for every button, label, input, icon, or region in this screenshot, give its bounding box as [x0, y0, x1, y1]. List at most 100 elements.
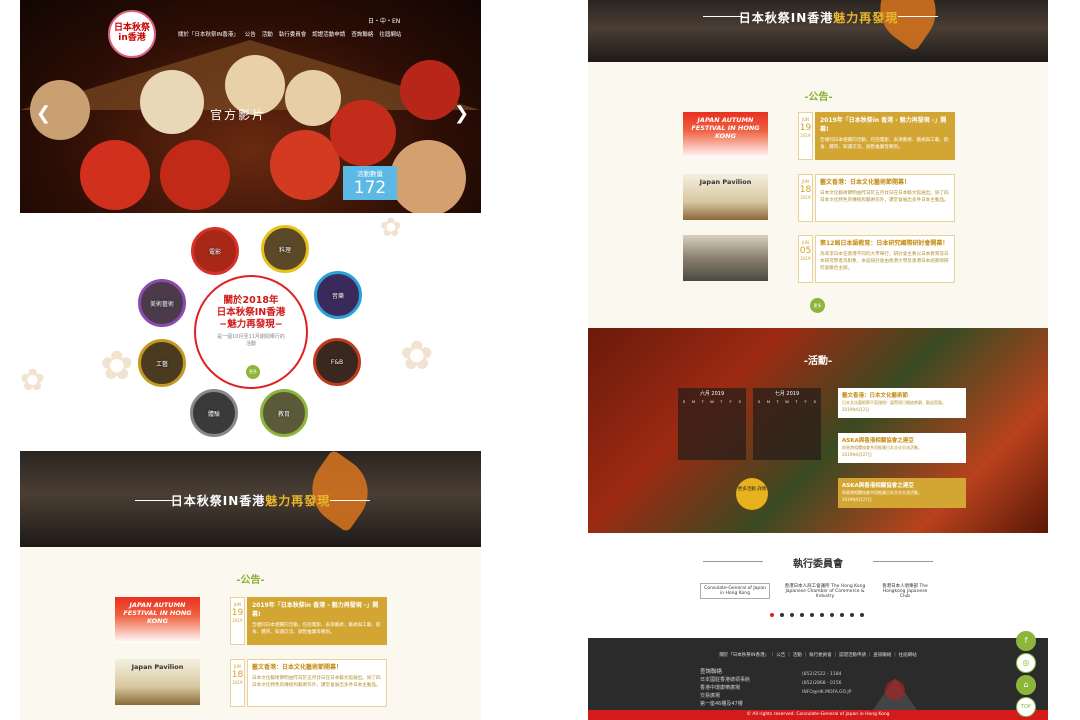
- announcement-image: Japan Pavilion: [683, 174, 768, 220]
- facebook-icon[interactable]: f: [1016, 631, 1036, 651]
- event-card[interactable]: ASKA與香港相關協會之連亞 與香港相關協會共同推廣日本文化交流活動。 2019…: [838, 478, 966, 508]
- prev-slide-arrow[interactable]: ❮: [36, 103, 51, 124]
- contact-title: 查詢聯絡: [700, 669, 723, 675]
- counter-label: 活動數量: [357, 170, 383, 178]
- bubble-label: 音樂: [331, 292, 344, 300]
- banner-title: 日本秋祭IN香港魅力再發現: [20, 492, 481, 509]
- announcement-date: JUN 19 2019: [798, 112, 813, 160]
- nav-item-about[interactable]: 關於「日本秋祭IN香港」: [178, 30, 239, 38]
- announcement-text: 日本文化藝術節明由昨日於五月廿日在日本藝文館展出。除了四日本文化特色的傳統和藝術…: [252, 676, 381, 688]
- event-card[interactable]: 藝文香港：日本文化藝術節 日本文化藝術節不容錯過！展覽現已開放參觀，歡迎蒞臨。 …: [838, 388, 966, 418]
- category-food-bubble[interactable]: 料理: [261, 225, 309, 273]
- carousel-dot[interactable]: [800, 613, 804, 617]
- language-switcher[interactable]: 日・中・EN: [368, 16, 400, 25]
- sponsor-logo-chamber[interactable]: 香港日本人商工會議所 The Hong Kong Japanese Chambe…: [780, 583, 870, 599]
- announcement-item[interactable]: JUN 05 2019 第12屆日本語教育：日本研究國際研討會開幕！ 為尋求日本在香港…: [683, 235, 955, 290]
- announcement-text: 告捷同日本相關的活動，包括電影、表演藝術、藝術與工藝、飲食、體育、知識交流、銷售…: [820, 138, 949, 150]
- back-to-top-button[interactable]: TOP: [1016, 697, 1036, 717]
- category-crafts-bubble[interactable]: 工藝: [138, 339, 186, 387]
- announcement-body: 2019年「日本秋祭in 香港 - 魅力再發現 -」開幕! 告捷同日本相關的活動，…: [815, 112, 955, 160]
- announcement-item[interactable]: JAPAN AUTUMN FESTIVAL IN HONG KONG JUN 19…: [115, 597, 387, 652]
- next-slide-arrow[interactable]: ❯: [454, 103, 469, 124]
- announcement-text: 告捷同日本相關的活動，包括電影、表演藝術、藝術與工藝、飲食、體育、知識交流、銷售…: [252, 623, 381, 635]
- event-card[interactable]: ASKA與香港相關協會之連亞 與香港相關協會共同推廣日本文化交流活動。 2019…: [838, 433, 966, 463]
- date-day: 05: [799, 246, 812, 256]
- calendar-july[interactable]: 七月 2019 SMTWTFS: [753, 388, 821, 460]
- event-text: 與香港相關協會共同推廣日本文化交流活動。: [842, 490, 922, 495]
- calendar-june[interactable]: 六月 2019 SMTWTFS: [678, 388, 746, 460]
- event-text: 與香港相關協會共同推廣日本文化交流活動。: [842, 445, 922, 450]
- carousel-dot[interactable]: [810, 613, 814, 617]
- date-day: 18: [231, 670, 244, 680]
- nav-item-committee[interactable]: 執行委員會: [279, 30, 307, 38]
- footer-contact: 查詢聯絡 日本國駐香港總領事館 香港中環康樂廣場 交易廣場 第一座46樓及47樓: [700, 668, 750, 708]
- banner-title-highlight: 魅力再發現: [265, 494, 331, 508]
- announcement-item[interactable]: Japan Pavilion JUN 18 2019 藝文香港：日本文化藝術節開幕！…: [683, 174, 955, 229]
- nav-item-archive[interactable]: 往屆網站: [379, 30, 401, 38]
- committee-title: 執行委員會: [793, 559, 843, 570]
- weekday-label: S: [757, 399, 761, 404]
- announcement-body: 第12屆日本語教育：日本研究國際研討會開幕！ 為尋求日本在香港不同的大學舉行，研討…: [815, 235, 955, 283]
- contact-tel: (852)2522 - 1184: [802, 672, 842, 677]
- image-caption: Japan Pavilion: [699, 178, 752, 186]
- hero-slider: 日本秋祭in香港 日・中・EN 關於「日本秋祭IN香港」 公告 活動 執行委員會…: [20, 0, 481, 213]
- announcement-item[interactable]: Japan Pavilion JUN 18 2019 藝文香港：日本文化藝術節開幕！…: [115, 659, 387, 714]
- events-more-button[interactable]: 更多活動 詳情: [736, 478, 768, 510]
- event-date: 2019年6月27日: [842, 497, 872, 502]
- nav-item-contact[interactable]: 查詢聯絡: [351, 30, 373, 38]
- carousel-dot[interactable]: [840, 613, 844, 617]
- carousel-dot[interactable]: [830, 613, 834, 617]
- announcements-more-button[interactable]: 更多: [810, 298, 825, 313]
- calendar-title: 七月 2019: [774, 391, 800, 397]
- nav-item-announcements[interactable]: 公告: [245, 30, 256, 38]
- carousel-dot[interactable]: [820, 613, 824, 617]
- carousel-dot[interactable]: [790, 613, 794, 617]
- weekday-label: S: [682, 399, 686, 404]
- category-music-bubble[interactable]: 音樂: [314, 271, 362, 319]
- sponsor-logo-consulate[interactable]: Consulate-General of Japan in Hong Kong: [700, 583, 770, 599]
- festival-banner: 日本秋祭IN香港魅力再發現: [20, 451, 481, 547]
- festival-banner: 日本秋祭IN香港魅力再發現: [588, 0, 1048, 62]
- carousel-dot[interactable]: [860, 613, 864, 617]
- footer-nav[interactable]: 關於「日本秋祭IN香港」 ｜ 公告 ｜ 活動 ｜ 執行委員會 ｜ 認證活動申請 …: [588, 652, 1048, 658]
- sponsor-logo-club[interactable]: 香港日本人俱樂部 The Hongkong Japanese Club: [880, 583, 930, 599]
- announcement-image: JAPAN AUTUMN FESTIVAL IN HONG KONG: [115, 597, 200, 643]
- announcement-heading: 藝文香港：日本文化藝術節開幕！: [820, 179, 911, 186]
- carousel-dot[interactable]: [850, 613, 854, 617]
- flower-decoration: ✿: [380, 213, 402, 243]
- right-page: 日本秋祭IN香港魅力再發現 -公告- JAPAN AUTUMN FESTIVAL…: [588, 0, 1048, 720]
- category-experience-bubble[interactable]: 體驗: [190, 389, 238, 437]
- site-footer: 關於「日本秋祭IN香港」 ｜ 公告 ｜ 活動 ｜ 執行委員會 ｜ 認證活動申請 …: [588, 638, 1048, 710]
- about-more-button[interactable]: 更多: [246, 365, 260, 379]
- category-art-bubble[interactable]: 美術藝術: [138, 279, 186, 327]
- date-year: 2019: [800, 256, 811, 261]
- contact-email[interactable]: INFO@HK.MOFA.GO.JP: [802, 688, 851, 697]
- events-title: -活動-: [803, 356, 833, 367]
- site-logo[interactable]: 日本秋祭in香港: [108, 10, 156, 58]
- announcement-heading: 第12屆日本語教育：日本研究國際研討會開幕！: [820, 240, 949, 247]
- date-day: 19: [799, 123, 812, 133]
- counter-value: 172: [353, 178, 387, 198]
- calendar-grid: SMTWTFS: [680, 399, 744, 405]
- bubble-label: 料理: [278, 246, 291, 254]
- category-film-bubble[interactable]: 電影: [191, 227, 239, 275]
- carousel-dot[interactable]: [780, 613, 784, 617]
- bubble-label: 電影: [208, 248, 221, 256]
- bubble-label: F&B: [330, 358, 344, 366]
- nav-item-events[interactable]: 活動: [262, 30, 273, 38]
- home-icon[interactable]: ⌂: [1016, 675, 1036, 695]
- category-education-bubble[interactable]: 教育: [260, 389, 308, 437]
- category-fnb-bubble[interactable]: F&B: [313, 338, 361, 386]
- announcement-body: 藝文香港：日本文化藝術節開幕！ 日本文化藝術節明由昨日於五月廿日在日本藝文館展出。…: [247, 659, 387, 707]
- umbrella-image: [400, 60, 460, 120]
- announcement-body: 2019年「日本秋祭in 香港 - 魅力再發現 -」開幕! 告捷同日本相關的活動，…: [247, 597, 387, 645]
- flower-decoration: ✿: [400, 333, 434, 379]
- event-heading: ASKA與香港相關協會之連亞: [842, 483, 914, 489]
- announcement-text: 日本文化藝術節明由昨日於五月廿日在日本藝文館展出。除了四日本文化特色的傳統和藝術…: [820, 191, 949, 203]
- announcement-item[interactable]: JAPAN AUTUMN FESTIVAL IN HONG KONG JUN 19…: [683, 112, 955, 167]
- carousel-dot[interactable]: [770, 613, 774, 617]
- nav-item-apply[interactable]: 認證活動申請: [312, 30, 345, 38]
- footer-phone: (852)2522 - 1184 (852)2868 - 0156 INFO@H…: [802, 670, 851, 697]
- announcement-heading: 藝文香港：日本文化藝術節開幕！: [252, 664, 343, 671]
- instagram-icon[interactable]: ◎: [1016, 653, 1036, 673]
